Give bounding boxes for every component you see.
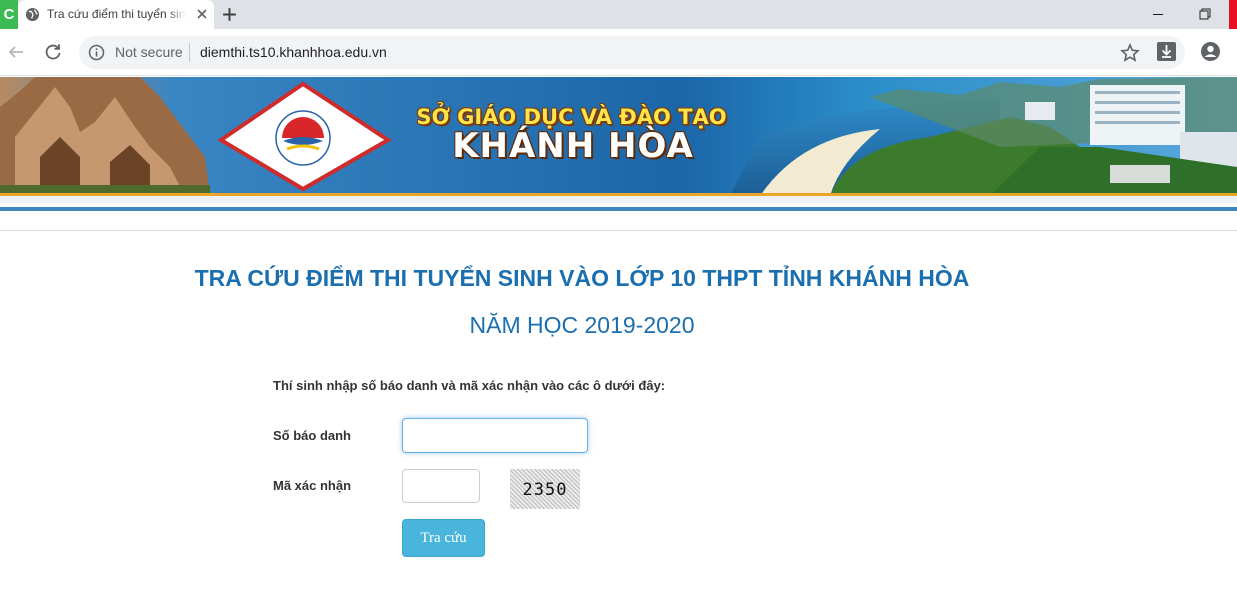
reload-icon[interactable] — [42, 41, 64, 63]
lookup-button[interactable]: Tra cứu — [402, 519, 485, 557]
close-icon[interactable] — [194, 6, 210, 22]
page-title: TRA CỨU ĐIỂM THI TUYỂN SINH VÀO LỚP 10 T… — [194, 265, 970, 291]
globe-icon — [25, 7, 40, 22]
app-chip[interactable]: C — [0, 0, 18, 29]
url-text[interactable]: diemthi.ts10.khanhhoa.edu.vn — [200, 44, 387, 60]
captcha-label: Mã xác nhận — [273, 478, 352, 493]
info-icon[interactable] — [88, 44, 105, 61]
candidate-number-input[interactable] — [402, 418, 588, 453]
download-icon[interactable] — [1156, 41, 1177, 62]
close-window-button[interactable] — [1229, 0, 1237, 29]
profile-icon[interactable] — [1200, 41, 1221, 62]
star-icon[interactable] — [1120, 43, 1140, 63]
minimize-icon[interactable] — [1135, 0, 1181, 29]
browser-toolbar: Not secure diemthi.ts10.khanhhoa.edu.vn — [0, 29, 1237, 76]
candidate-number-label: Số báo danh — [273, 428, 351, 443]
browser-tab[interactable]: Tra cứu điểm thi tuyển sinh — [18, 0, 214, 29]
captcha-code: 2350 — [522, 480, 568, 500]
back-icon[interactable] — [5, 41, 27, 63]
tab-title: Tra cứu điểm thi tuyển sinh — [47, 7, 185, 21]
captcha-input[interactable] — [402, 469, 480, 503]
address-bar[interactable]: Not secure diemthi.ts10.khanhhoa.edu.vn — [79, 36, 1185, 69]
security-label[interactable]: Not secure — [115, 44, 183, 60]
plus-icon[interactable] — [221, 6, 238, 23]
instruction-text: Thí sinh nhập số báo danh và mã xác nhận… — [273, 378, 666, 393]
captcha-image: 2350 — [510, 469, 580, 509]
department-line-2: KHÁNH HÒA — [452, 126, 694, 166]
tab-strip: C Tra cứu điểm thi tuyển sinh — [0, 0, 1237, 29]
banner-stripe — [0, 207, 1237, 211]
page-subtitle: NĂM HỌC 2019-2020 — [469, 312, 695, 338]
restore-icon[interactable] — [1181, 0, 1227, 29]
